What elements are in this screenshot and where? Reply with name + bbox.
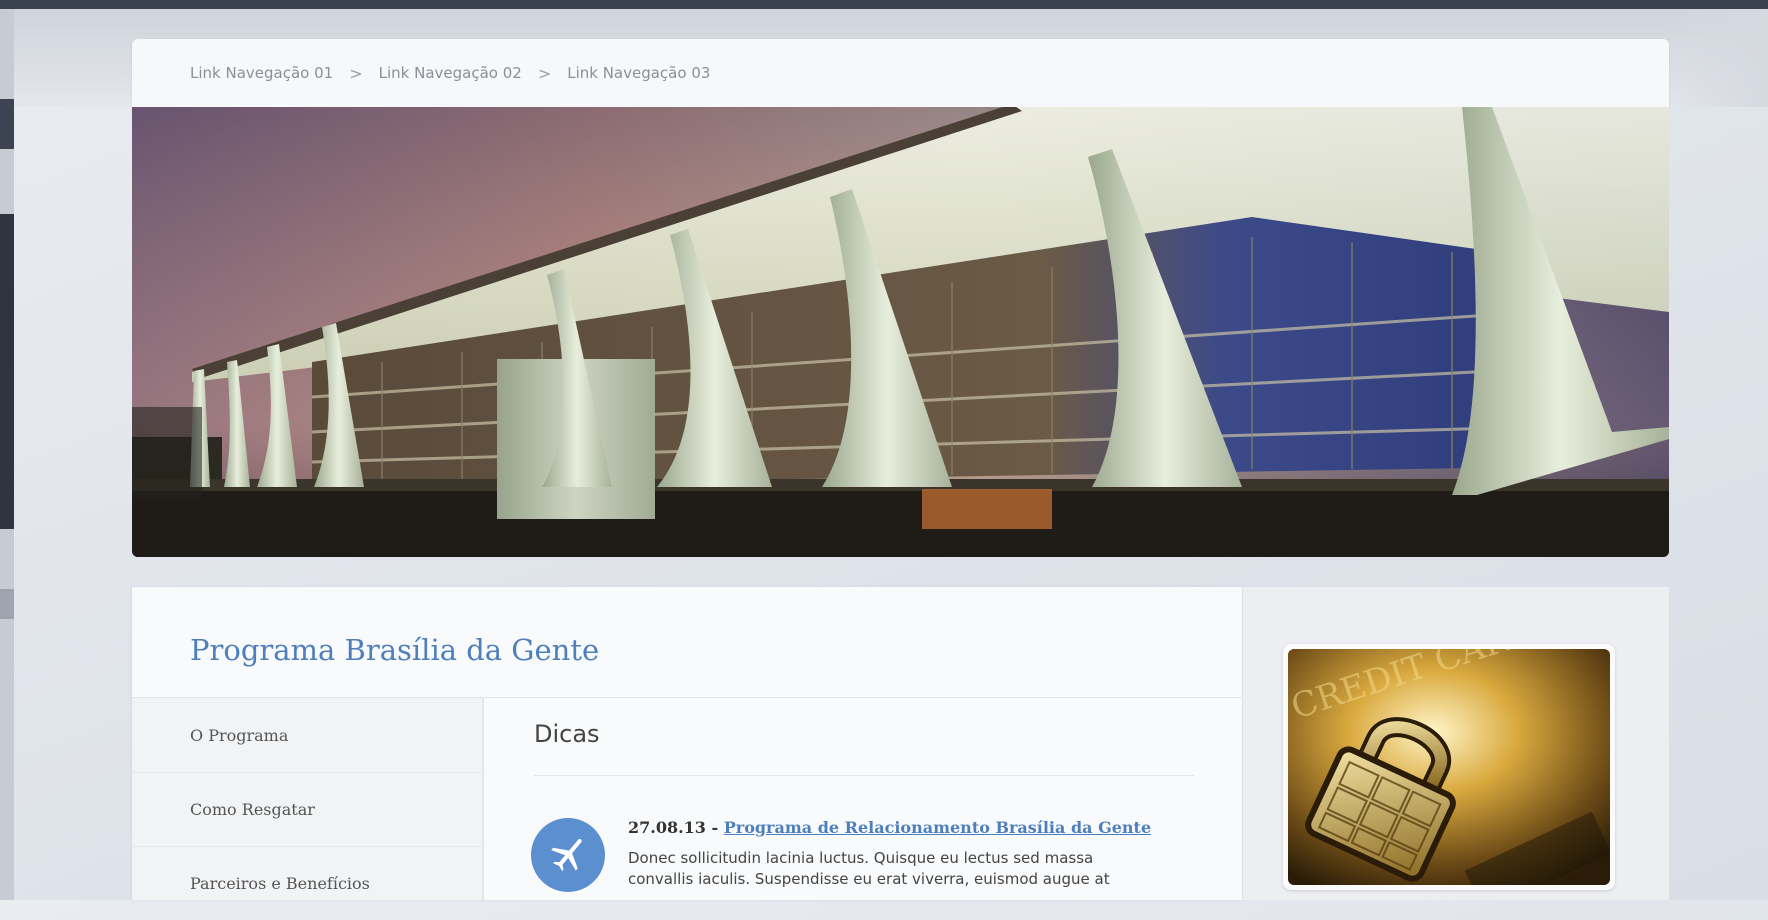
dicas-heading: Dicas xyxy=(534,720,600,748)
lock-icon: CREDIT CARD xyxy=(1288,649,1610,885)
palace-photo xyxy=(132,107,1669,557)
breadcrumb-link-2[interactable]: Link Navegação 02 xyxy=(379,64,522,82)
program-title: Programa Brasília da Gente xyxy=(190,633,600,667)
hero-banner-image xyxy=(132,107,1669,557)
sidebar: CREDIT CARD xyxy=(1242,587,1669,900)
breadcrumb-separator: > xyxy=(537,63,552,83)
program-nav: O Programa Como Resgatar Parceiros e Ben… xyxy=(132,698,484,900)
nav-item-o-programa[interactable]: O Programa xyxy=(132,698,482,772)
credit-card-lock-image[interactable]: CREDIT CARD xyxy=(1283,644,1615,890)
news-excerpt: Donec sollicitudin lacinia luctus. Quisq… xyxy=(628,849,1110,888)
program-card: Programa Brasília da Gente O Programa Co… xyxy=(132,587,1242,900)
breadcrumb-link-3[interactable]: Link Navegação 03 xyxy=(567,64,710,82)
nav-item-como-resgatar[interactable]: Como Resgatar xyxy=(132,772,482,846)
breadcrumb-link-1[interactable]: Link Navegação 01 xyxy=(190,64,333,82)
breadcrumb: Link Navegação 01 > Link Navegação 02 > … xyxy=(132,39,1669,107)
news-item-heading: 27.08.13 - Programa de Relacionamento Br… xyxy=(628,818,1151,837)
news-date: 27.08.13 - xyxy=(628,818,719,837)
browser-top-bar xyxy=(0,0,1768,9)
divider xyxy=(534,775,1194,776)
breadcrumb-separator: > xyxy=(349,63,363,83)
header-right-shade xyxy=(1658,9,1768,107)
left-side-panel xyxy=(0,9,14,900)
dicas-section: Dicas 27.08.13 - Programa de Relacioname… xyxy=(484,698,1242,900)
airplane-icon xyxy=(531,818,605,892)
news-title-link[interactable]: Programa de Relacionamento Brasília da G… xyxy=(724,818,1151,837)
nav-item-parceiros[interactable]: Parceiros e Benefícios xyxy=(132,846,482,920)
